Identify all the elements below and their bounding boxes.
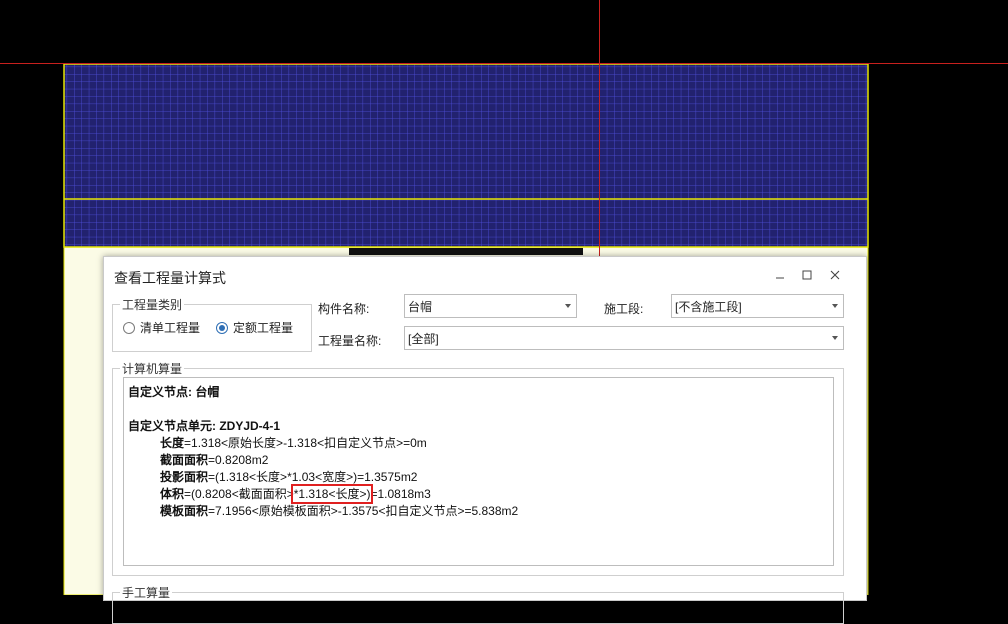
chevron-down-icon	[565, 304, 571, 308]
formula-projected-area: 投影面积=(1.318<长度>*1.03<宽度>)=1.3575m2	[128, 469, 829, 486]
formula-section-area: 截面面积=0.8208m2	[128, 452, 829, 469]
node-unit-label: 自定义节点单元:	[128, 419, 216, 433]
quantity-category-legend: 工程量类别	[122, 298, 183, 312]
minimize-icon[interactable]	[770, 265, 790, 285]
formula-textarea[interactable]: 自定义节点: 台帽 自定义节点单元: ZDYJD-4-1 长度=1.318<原始…	[123, 377, 834, 566]
formula-volume-name: 体积	[160, 487, 185, 501]
construction-stage-label: 施工段:	[604, 302, 644, 316]
chevron-down-icon	[832, 304, 838, 308]
formula-volume: 体积=(0.8208<截面面积>*1.318<长度>)=1.0818m3	[128, 484, 829, 504]
manual-calc-group: 手工算量	[112, 584, 844, 624]
formula-formwork-area-expr: =7.1956<原始模板面积>-1.3575<扣自定义节点>=5.838m2	[208, 504, 519, 518]
formula-section-area-expr: =0.8208m2	[208, 453, 269, 467]
quantity-name-select[interactable]: [全部]	[404, 326, 844, 350]
construction-stage-select[interactable]: [不含施工段]	[671, 294, 844, 318]
formula-formwork-area-name: 模板面积	[160, 504, 209, 518]
construction-stage-value: [不含施工段]	[675, 299, 742, 314]
radio-bill-quantity[interactable]: 清单工程量	[123, 319, 200, 336]
quantity-name-label: 工程量名称:	[318, 334, 382, 348]
radio-quota-quantity-circle[interactable]	[216, 321, 228, 334]
node-title-label: 自定义节点:	[128, 385, 192, 399]
node-unit-line: 自定义节点单元: ZDYJD-4-1	[128, 418, 829, 435]
quantity-name-value: [全部]	[408, 331, 439, 346]
quantity-formula-dialog: 查看工程量计算式 工程量类别 清单工程量 定额工程量 构件名称: 台帽 施工段:…	[103, 256, 867, 624]
formula-volume-expr-pre: =(0.8208<截面面积>	[184, 487, 294, 501]
formula-length: 长度=1.318<原始长度>-1.318<扣自定义节点>=0m	[128, 435, 829, 452]
maximize-icon[interactable]	[797, 265, 817, 285]
computer-calc-legend: 计算机算量	[122, 362, 183, 376]
formula-length-expr: =1.318<原始长度>-1.318<扣自定义节点>=0m	[184, 436, 427, 450]
toolbar-strip	[349, 248, 583, 255]
formula-projected-area-expr: =(1.318<长度>*1.03<宽度>)=1.3575m2	[208, 470, 418, 484]
close-icon[interactable]	[825, 265, 845, 285]
radio-quota-quantity[interactable]: 定额工程量	[216, 319, 293, 336]
node-title-value: 台帽	[195, 385, 220, 399]
formula-projected-area-name: 投影面积	[160, 470, 209, 484]
component-name-label: 构件名称:	[318, 302, 370, 316]
radio-bill-quantity-label: 清单工程量	[140, 321, 201, 335]
dialog-title: 查看工程量计算式	[114, 270, 226, 286]
formula-section-area-name: 截面面积	[160, 453, 209, 467]
radio-quota-quantity-label: 定额工程量	[233, 321, 294, 335]
node-title-line: 自定义节点: 台帽	[128, 384, 829, 401]
dialog-titlebar[interactable]: 查看工程量计算式	[104, 257, 866, 293]
component-name-value: 台帽	[408, 299, 433, 314]
chevron-down-icon	[832, 336, 838, 340]
component-name-select[interactable]: 台帽	[404, 294, 577, 318]
radio-bill-quantity-circle[interactable]	[123, 321, 135, 334]
formula-length-name: 长度	[160, 436, 185, 450]
manual-calc-legend: 手工算量	[122, 586, 171, 600]
formula-volume-expr-post: =1.0818m3	[370, 487, 431, 501]
formula-volume-highlight: *1.318<长度>)	[290, 484, 374, 504]
node-unit-value: ZDYJD-4-1	[219, 419, 281, 433]
formula-formwork-area: 模板面积=7.1956<原始模板面积>-1.3575<扣自定义节点>=5.838…	[128, 503, 829, 520]
mesh-grid-block	[63, 63, 869, 248]
crosshair-horizontal	[0, 63, 1008, 64]
